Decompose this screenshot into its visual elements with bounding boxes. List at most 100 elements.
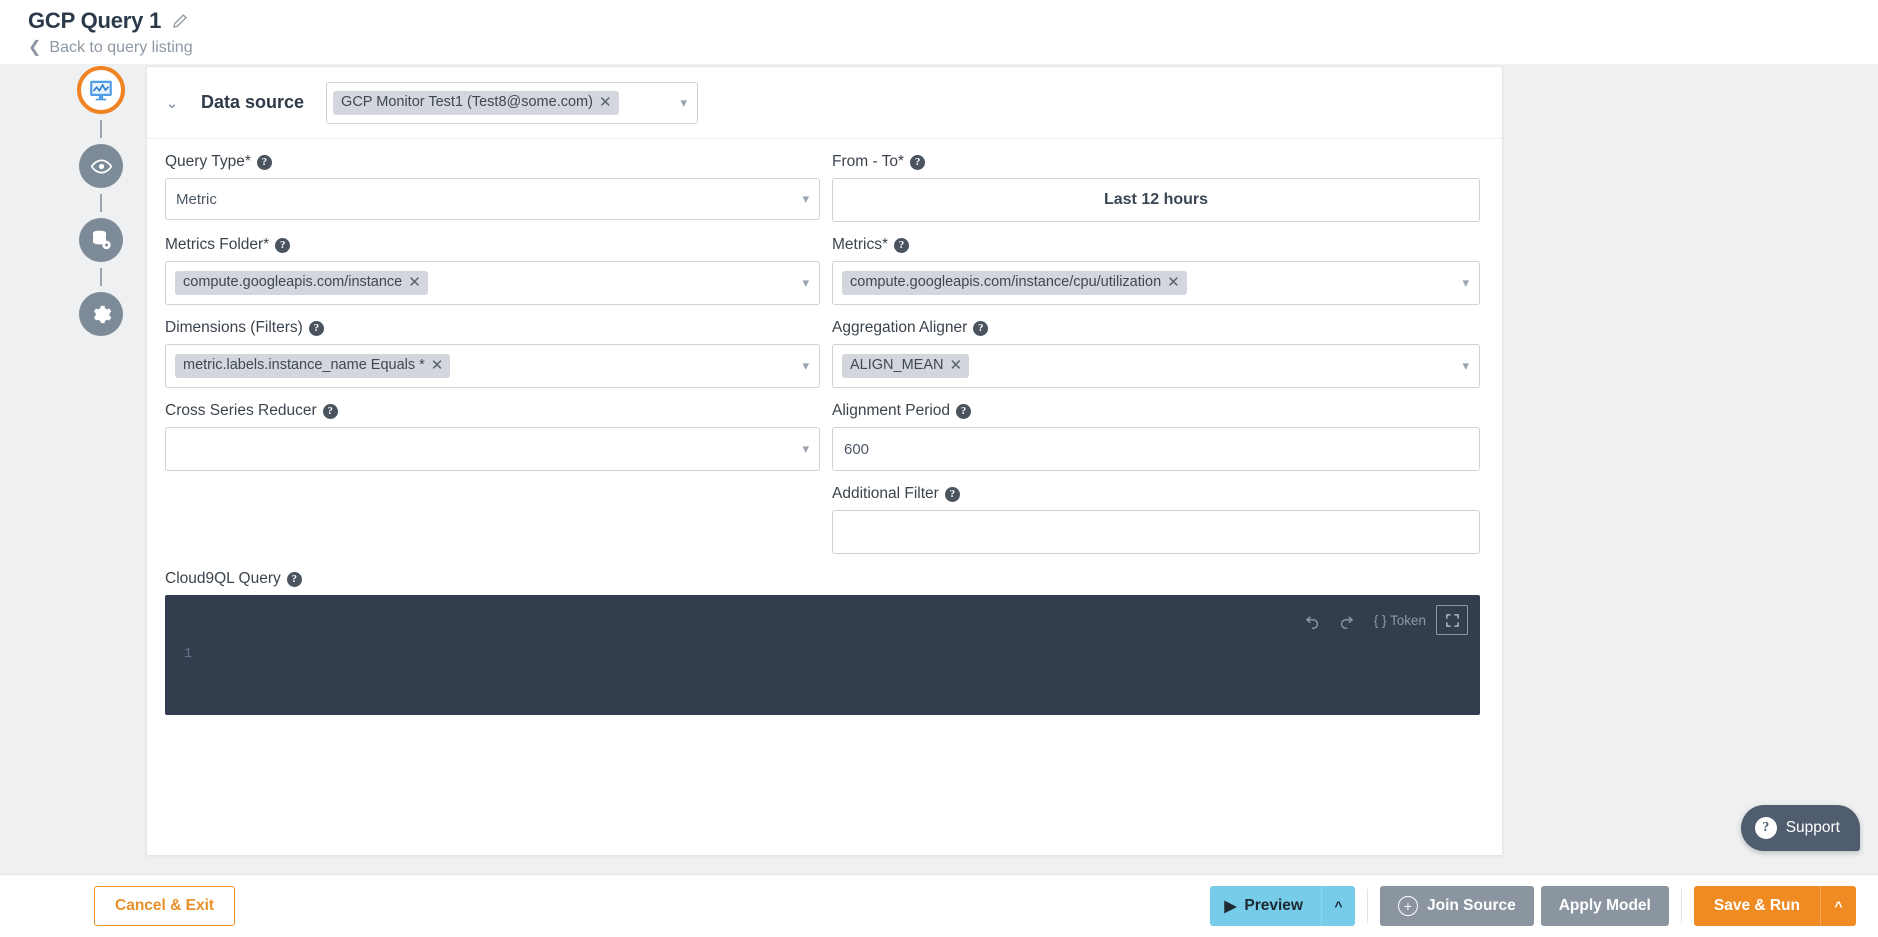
aggregation-aligner-select[interactable]: ALIGN_MEAN ✕ ▾ [832, 344, 1480, 388]
rail-connector [100, 120, 102, 138]
alignment-period-input[interactable] [842, 428, 1469, 470]
aggregation-aligner-pill-label: ALIGN_MEAN [850, 358, 943, 373]
step-settings[interactable] [79, 292, 123, 336]
plus-circle-icon: + [1398, 896, 1418, 916]
help-circle-icon[interactable]: ? [894, 238, 909, 253]
dimensions-pill[interactable]: metric.labels.instance_name Equals * ✕ [175, 354, 450, 378]
aggregation-aligner-label: Aggregation Aligner ? [832, 319, 1480, 337]
data-source-select[interactable]: GCP Monitor Test1 (Test8@some.com) ✕ ▾ [326, 82, 698, 124]
data-source-pill-label: GCP Monitor Test1 (Test8@some.com) [341, 95, 593, 110]
data-source-row: ⌄ Data source GCP Monitor Test1 (Test8@s… [147, 67, 1502, 139]
database-settings-icon [89, 228, 113, 252]
gear-icon [90, 303, 113, 326]
action-bar: Cancel & Exit ▶ Preview ^ + Join Source … [0, 874, 1878, 937]
chevron-down-icon[interactable]: ▾ [1462, 275, 1469, 291]
help-circle-icon[interactable]: ? [945, 487, 960, 502]
save-run-button[interactable]: Save & Run [1694, 886, 1820, 926]
additional-filter-input[interactable] [842, 511, 1469, 553]
undo-arrow-icon[interactable] [1296, 605, 1330, 635]
close-icon[interactable]: ✕ [1167, 275, 1180, 290]
close-icon[interactable]: ✕ [949, 358, 962, 373]
preview-split-button: ▶ Preview ^ [1210, 886, 1355, 926]
page-header: GCP Query 1 ❮ Back to query listing [0, 0, 1878, 64]
join-source-label: Join Source [1427, 897, 1516, 915]
field-from-to: From - To* ? Last 12 hours [832, 153, 1480, 222]
dimensions-select[interactable]: metric.labels.instance_name Equals * ✕ ▾ [165, 344, 820, 388]
additional-filter-control[interactable] [832, 510, 1480, 554]
back-to-query-listing-link[interactable]: ❮ Back to query listing [28, 39, 1878, 57]
close-icon[interactable]: ✕ [431, 358, 444, 373]
metrics-select[interactable]: compute.googleapis.com/instance/cpu/util… [832, 261, 1480, 305]
step-data-settings[interactable] [79, 218, 123, 262]
chevron-down-icon[interactable]: ▾ [802, 441, 809, 457]
editor-line-number: 1 [184, 647, 192, 662]
save-run-split-button: Save & Run ^ [1694, 886, 1856, 926]
step-visualization[interactable] [79, 144, 123, 188]
query-type-select[interactable]: Metric [175, 179, 809, 219]
redo-arrow-icon[interactable] [1330, 605, 1364, 635]
metrics-folder-select[interactable]: compute.googleapis.com/instance ✕ ▾ [165, 261, 820, 305]
field-cloud9ql-query: Cloud9QL Query ? [165, 570, 1480, 715]
label-text: From - To* [832, 153, 904, 171]
label-text: Cloud9QL Query [165, 570, 281, 588]
join-source-button[interactable]: + Join Source [1380, 886, 1534, 926]
cloud9ql-query-label: Cloud9QL Query ? [165, 570, 1480, 588]
cloud9ql-code-editor[interactable]: { } Token 1 [165, 595, 1480, 715]
expand-fullscreen-icon[interactable] [1436, 605, 1468, 635]
help-circle-icon[interactable]: ? [956, 404, 971, 419]
query-type-control[interactable]: Metric ▾ [165, 178, 820, 220]
metrics-pill[interactable]: compute.googleapis.com/instance/cpu/util… [842, 271, 1187, 295]
field-alignment-period: Alignment Period ? [832, 402, 1480, 471]
cancel-exit-button[interactable]: Cancel & Exit [94, 886, 235, 926]
query-editor-card: ⌄ Data source GCP Monitor Test1 (Test8@s… [146, 66, 1503, 856]
metrics-folder-label: Metrics Folder* ? [165, 236, 820, 254]
help-circle-icon[interactable]: ? [309, 321, 324, 336]
metrics-folder-pill-label: compute.googleapis.com/instance [183, 275, 402, 290]
field-dimensions: Dimensions (Filters) ? metric.labels.ins… [165, 319, 820, 388]
data-source-pill[interactable]: GCP Monitor Test1 (Test8@some.com) ✕ [333, 91, 618, 115]
field-additional-filter: Additional Filter ? [832, 485, 1480, 554]
help-circle-icon[interactable]: ? [973, 321, 988, 336]
metrics-folder-pill[interactable]: compute.googleapis.com/instance ✕ [175, 271, 428, 295]
dimensions-pill-label: metric.labels.instance_name Equals * [183, 358, 425, 373]
title-row: GCP Query 1 [28, 8, 1878, 34]
help-circle-icon[interactable]: ? [287, 572, 302, 587]
label-text: Metrics Folder* [165, 236, 269, 254]
field-metrics-folder: Metrics Folder* ? compute.googleapis.com… [165, 236, 820, 305]
chevron-down-icon[interactable]: ▾ [1462, 358, 1469, 374]
action-divider [1681, 889, 1682, 923]
main-area: ⌄ Data source GCP Monitor Test1 (Test8@s… [0, 64, 1878, 937]
preview-button[interactable]: ▶ Preview [1210, 886, 1321, 926]
step-monitor-chart[interactable] [77, 66, 125, 114]
preview-dropdown-toggle[interactable]: ^ [1321, 886, 1355, 926]
help-circle-icon[interactable]: ? [257, 155, 272, 170]
dimensions-label: Dimensions (Filters) ? [165, 319, 820, 337]
help-circle-icon[interactable]: ? [275, 238, 290, 253]
query-type-label: Query Type* ? [165, 153, 820, 171]
aggregation-aligner-pill[interactable]: ALIGN_MEAN ✕ [842, 354, 969, 378]
chevron-down-icon[interactable]: ▾ [802, 275, 809, 291]
close-icon[interactable]: ✕ [599, 95, 612, 110]
alignment-period-control[interactable] [832, 427, 1480, 471]
metrics-label: Metrics* ? [832, 236, 1480, 254]
label-text: Alignment Period [832, 402, 950, 420]
from-to-label: From - To* ? [832, 153, 1480, 171]
apply-model-button[interactable]: Apply Model [1541, 886, 1669, 926]
cross-series-reducer-label: Cross Series Reducer ? [165, 402, 820, 420]
save-run-dropdown-toggle[interactable]: ^ [1820, 886, 1856, 926]
chevron-down-icon[interactable]: ⌄ [165, 94, 179, 112]
close-icon[interactable]: ✕ [408, 275, 421, 290]
chevron-down-icon[interactable]: ▾ [802, 358, 809, 374]
chevron-down-icon[interactable]: ▾ [681, 95, 688, 111]
preview-label: Preview [1244, 897, 1303, 915]
from-to-picker[interactable]: Last 12 hours [832, 178, 1480, 222]
help-circle-icon[interactable]: ? [910, 155, 925, 170]
alignment-period-label: Alignment Period ? [832, 402, 1480, 420]
pencil-icon[interactable] [171, 12, 189, 30]
spacer-cell [165, 485, 820, 554]
help-circle-icon[interactable]: ? [323, 404, 338, 419]
cross-series-reducer-select[interactable]: ▾ [165, 427, 820, 471]
support-widget[interactable]: ? Support [1741, 805, 1860, 851]
eye-icon [90, 155, 113, 178]
insert-token-button[interactable]: { } Token [1364, 605, 1436, 635]
